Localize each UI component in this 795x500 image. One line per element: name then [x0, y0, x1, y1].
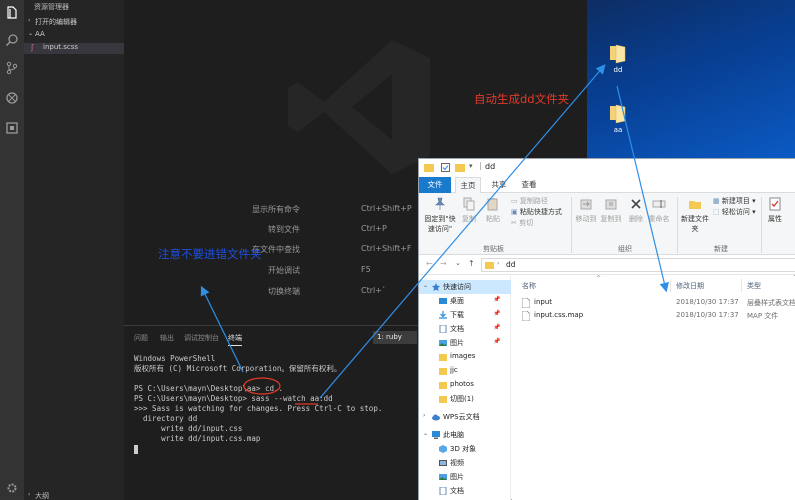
arrow-line: [200, 285, 244, 373]
arrow-line: [616, 85, 669, 293]
highlight-circle: [243, 377, 281, 395]
arrow-line: [319, 64, 606, 399]
annotation-overlay: [200, 64, 669, 405]
